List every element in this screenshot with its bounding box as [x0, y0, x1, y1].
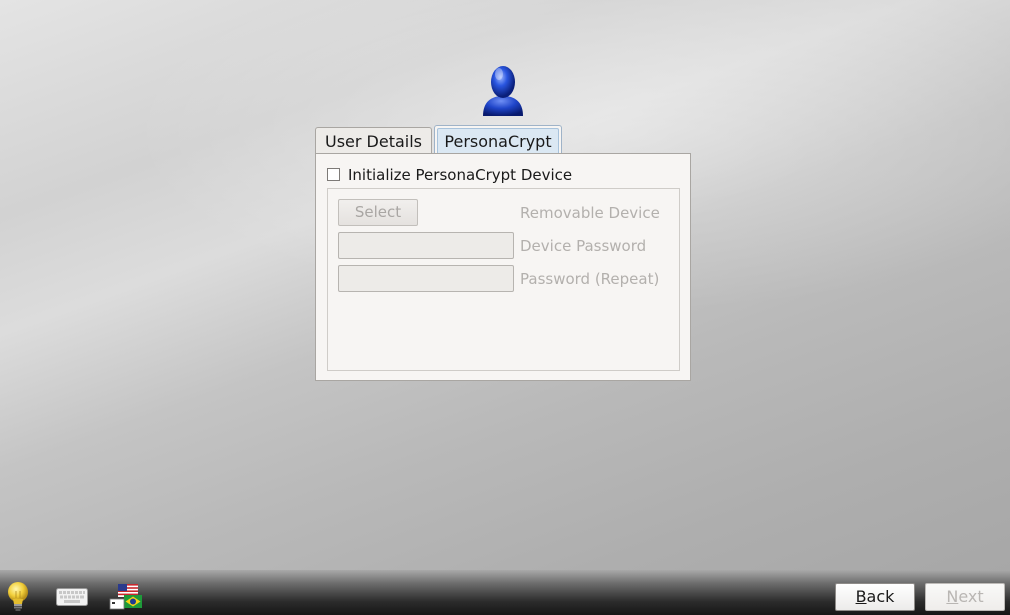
device-password-label: Device Password	[520, 237, 647, 255]
tab-user-details-label: User Details	[324, 132, 423, 151]
initialize-checkbox-label[interactable]: Initialize PersonaCrypt Device	[348, 165, 572, 185]
password-repeat-label: Password (Repeat)	[520, 270, 660, 288]
user-icon	[483, 66, 523, 116]
keyboard-icon[interactable]	[56, 588, 88, 606]
select-device-button[interactable]: Select	[338, 199, 418, 226]
initialize-checkbox[interactable]	[327, 168, 340, 181]
back-button-mnemonic: B	[855, 587, 867, 606]
next-button-mnemonic: N	[946, 587, 959, 606]
device-settings-group: Select Removable Device Device Password …	[327, 188, 680, 371]
next-button-label: ext	[958, 587, 984, 606]
device-password-field[interactable]	[338, 232, 514, 259]
tab-personacrypt-highlight: PersonaCrypt	[437, 128, 559, 155]
password-repeat-field[interactable]	[338, 265, 514, 292]
locale-flag-icon[interactable]	[108, 583, 144, 611]
removable-device-label: Removable Device	[520, 204, 660, 222]
tab-user-details[interactable]: User Details	[315, 127, 432, 154]
back-button-label: ack	[866, 587, 895, 606]
lightbulb-icon[interactable]	[5, 581, 31, 613]
next-button[interactable]: Next	[925, 583, 1005, 611]
tab-personacrypt[interactable]: PersonaCrypt	[434, 125, 562, 155]
personacrypt-panel: Initialize PersonaCrypt Device Select Re…	[315, 153, 691, 381]
tab-personacrypt-label: PersonaCrypt	[444, 132, 552, 151]
back-button[interactable]: Back	[835, 583, 915, 611]
